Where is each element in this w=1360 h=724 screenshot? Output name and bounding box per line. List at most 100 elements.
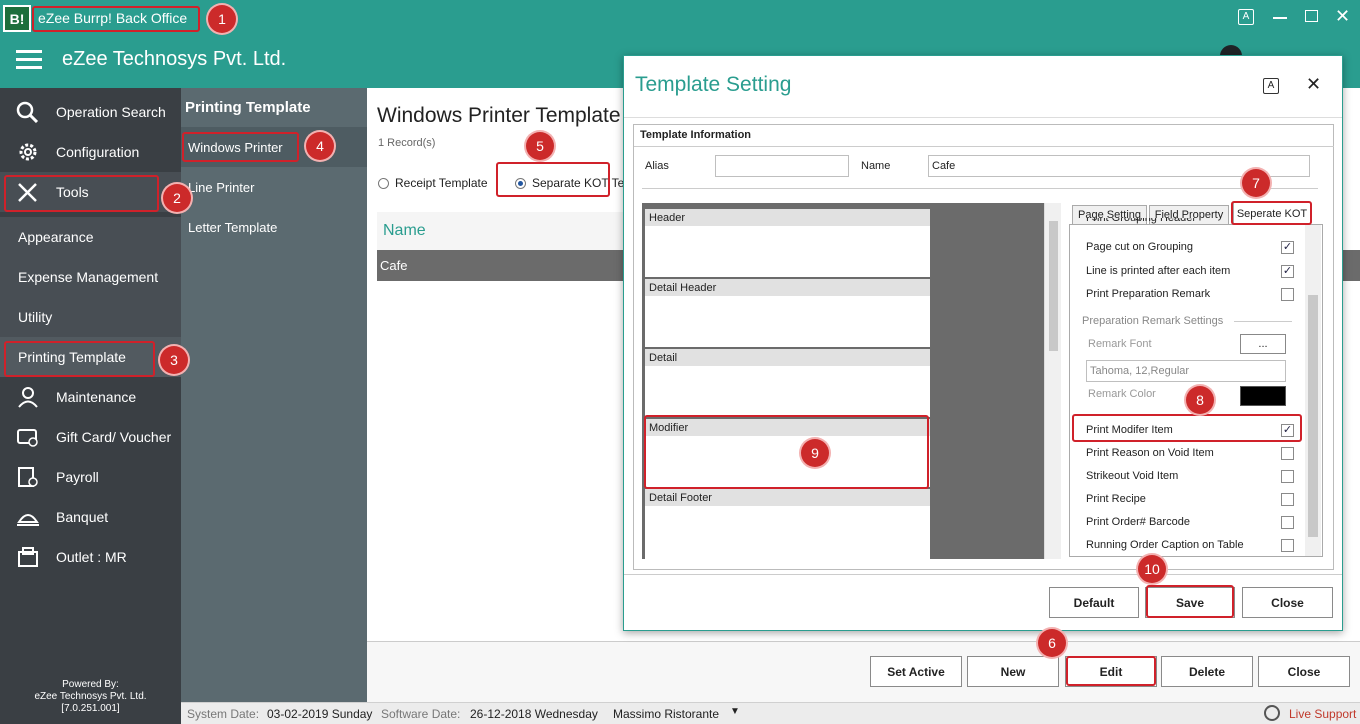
app-logo: B! — [3, 5, 31, 32]
highlight-box — [496, 162, 610, 197]
option-print-prep-remark: Print Preparation Remark — [1086, 288, 1211, 300]
sidebar-item-payroll[interactable]: Payroll — [0, 457, 181, 497]
radio-receipt-template[interactable]: Receipt Template — [378, 176, 488, 190]
sidebar-item-label: Maintenance — [56, 389, 137, 405]
sidebar-item-outlet[interactable]: Outlet : MR — [0, 537, 181, 577]
dialog-translate-icon[interactable]: A — [1263, 78, 1279, 94]
payroll-icon — [18, 467, 38, 487]
sidebar-item-appearance[interactable]: Appearance — [0, 217, 181, 257]
subnav-item-letter-template[interactable]: Letter Template — [181, 207, 367, 247]
option-print-recipe: Print Recipe — [1086, 493, 1146, 505]
remark-font-label: Remark Font — [1088, 338, 1152, 350]
band-detail[interactable]: Detail — [645, 349, 930, 417]
sidebar-item-maintenance[interactable]: Maintenance — [0, 377, 181, 417]
sidebar-item-expense-management[interactable]: Expense Management — [0, 257, 181, 297]
maximize-icon[interactable] — [1305, 10, 1318, 22]
delete-button[interactable]: Delete — [1161, 656, 1253, 687]
checkbox-print-recipe[interactable] — [1281, 493, 1294, 506]
column-header-name[interactable]: Name — [383, 222, 426, 240]
highlight-box — [1072, 414, 1302, 442]
remark-font-input[interactable]: Tahoma, 12,Regular — [1086, 360, 1286, 382]
company-name: eZee Technosys Pvt. Ltd. — [62, 48, 287, 70]
step-badge: 6 — [1038, 629, 1066, 657]
checkbox-print-prep-remark[interactable] — [1281, 288, 1294, 301]
subnav-title: Printing Template — [185, 99, 311, 116]
sidebar-item-label: Gift Card/ Voucher — [56, 429, 172, 445]
tab-panel-scrollbar[interactable] — [1305, 225, 1321, 556]
remark-color-swatch[interactable] — [1240, 386, 1286, 406]
system-date-value: 03-02-2019 Sunday — [267, 707, 373, 721]
divider — [642, 188, 1318, 189]
checkbox-print-reason-void[interactable] — [1281, 447, 1294, 460]
step-badge: 3 — [160, 346, 188, 374]
sidebar-item-operation-search[interactable]: Operation Search — [0, 92, 181, 132]
alias-input[interactable] — [715, 155, 849, 177]
step-badge: 5 — [526, 132, 554, 160]
remark-font-button[interactable]: ... — [1240, 334, 1286, 354]
outlet-icon — [18, 547, 38, 567]
hamburger-menu-icon[interactable] — [16, 50, 42, 70]
sidebar-item-utility[interactable]: Utility — [0, 297, 181, 337]
headset-icon — [1264, 705, 1280, 721]
title-bar — [0, 0, 1360, 36]
search-icon — [16, 101, 39, 123]
page-title: Windows Printer Template — [377, 104, 621, 127]
outlet-selector[interactable]: Massimo Ristorante — [613, 707, 719, 721]
highlight-box — [1066, 656, 1156, 686]
minimize-icon[interactable] — [1273, 17, 1287, 19]
new-button[interactable]: New — [967, 656, 1059, 687]
chevron-down-icon[interactable]: ▼ — [730, 706, 740, 717]
gift-card-icon — [17, 429, 38, 447]
checkbox-running-order-caption[interactable] — [1281, 539, 1294, 552]
set-active-button[interactable]: Set Active — [870, 656, 962, 687]
system-date-label: System Date: — [187, 707, 260, 721]
default-button[interactable]: Default — [1049, 587, 1139, 618]
live-support-link[interactable]: Live Support — [1289, 707, 1356, 721]
sidebar-item-label: Operation Search — [56, 104, 166, 120]
sidebar-item-gift-card[interactable]: Gift Card/ Voucher — [0, 417, 181, 457]
band-scrollbar[interactable] — [1044, 203, 1061, 559]
close-button[interactable]: Close — [1258, 656, 1350, 687]
band-title: Detail Header — [645, 279, 930, 296]
band-title: Detail Footer — [645, 489, 930, 506]
band-title: Detail — [645, 349, 930, 366]
option-page-cut-grouping: Page cut on Grouping — [1086, 241, 1194, 253]
sidebar-item-label: Banquet — [56, 509, 109, 525]
section-title: Template Information — [640, 129, 752, 141]
checkbox-print-order-barcode[interactable] — [1281, 516, 1294, 529]
sidebar-item-configuration[interactable]: Configuration — [0, 132, 181, 172]
sidebar-item-banquet[interactable]: Banquet — [0, 497, 181, 537]
option-line-printed: Line is printed after each item — [1086, 265, 1231, 277]
alias-label: Alias — [645, 160, 669, 172]
banquet-icon — [17, 514, 39, 526]
checkbox-strikeout-void[interactable] — [1281, 470, 1294, 483]
close-icon[interactable]: ✕ — [1335, 6, 1350, 27]
band-detail-header[interactable]: Detail Header — [645, 279, 930, 347]
step-badge: 9 — [801, 439, 829, 467]
subnav: Printing Template Windows Printer Line P… — [181, 88, 367, 702]
step-badge: 2 — [163, 184, 191, 212]
dialog-cancel-button[interactable]: Close — [1242, 587, 1333, 618]
checkbox-line-printed[interactable]: ✓ — [1281, 265, 1294, 278]
maintenance-icon — [18, 387, 38, 408]
radio-receipt-label: Receipt Template — [395, 176, 488, 190]
step-badge: 7 — [1242, 169, 1270, 197]
remark-color-label: Remark Color — [1088, 388, 1156, 400]
step-badge: 8 — [1186, 386, 1214, 414]
powered-by: Powered By: eZee Technosys Pvt. Ltd. [7.… — [0, 679, 181, 715]
status-bar: System Date: 03-02-2019 Sunday Software … — [181, 702, 1360, 724]
divider — [1234, 321, 1292, 322]
highlight-box — [1231, 201, 1312, 225]
band-detail-footer[interactable]: Detail Footer — [645, 489, 930, 568]
translate-icon[interactable]: A — [1238, 9, 1254, 25]
software-date-label: Software Date: — [381, 707, 461, 721]
band-header[interactable]: Header — [645, 209, 930, 277]
subnav-item-line-printer[interactable]: Line Printer — [181, 167, 367, 207]
highlight-box — [32, 6, 200, 32]
sidebar-item-label: Payroll — [56, 469, 99, 485]
option-print-reason-void: Print Reason on Void Item — [1086, 447, 1214, 459]
divider — [624, 574, 1342, 575]
dialog-close-icon[interactable]: ✕ — [1306, 74, 1321, 95]
checkbox-page-cut-grouping[interactable]: ✓ — [1281, 241, 1294, 254]
highlight-box — [4, 175, 159, 212]
